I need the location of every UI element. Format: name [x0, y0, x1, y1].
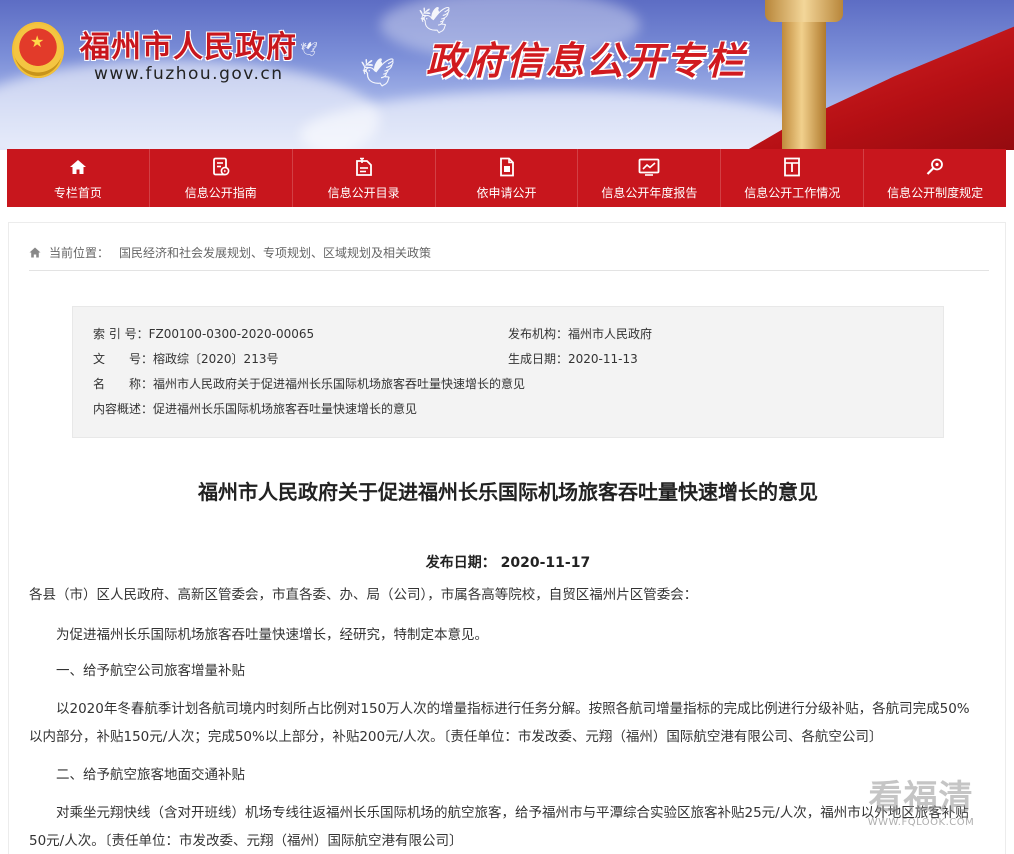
meta-created-row: 生成日期：2020-11-13 — [508, 350, 638, 367]
nav-item-guide[interactable]: 信息公开指南 — [150, 149, 293, 207]
section-heading-2: 二、给予航空旅客地面交通补贴 — [56, 767, 245, 783]
cloud-decoration — [300, 90, 820, 150]
breadcrumb: 当前位置： 国民经济和社会发展规划、专项规划、区域规划及相关政策 — [29, 235, 989, 271]
meta-summary-row: 内容概述：促进福州长乐国际机场旅客吞吐量快速增长的意见 — [93, 400, 417, 417]
site-title[interactable]: 福州市人民政府 — [80, 22, 297, 66]
nav-item-annual-report[interactable]: 信息公开年度报告 — [578, 149, 722, 207]
nav-item-label: 信息公开制度规定 — [887, 185, 984, 200]
huabiao-top-decoration — [765, 0, 843, 22]
meta-summary-value: 促进福州长乐国际机场旅客吞吐量快速增长的意见 — [153, 402, 418, 416]
catalog-icon — [354, 156, 374, 178]
meta-doc-no-row: 文 号：榕政综〔2020〕213号 — [93, 350, 278, 367]
meta-name-value: 福州市人民政府关于促进福州长乐国际机场旅客吞吐量快速增长的意见 — [153, 377, 526, 391]
huabiao-pillar-decoration — [782, 0, 826, 150]
meta-created-label: 生成日期： — [508, 352, 569, 366]
watermark-url: WWW.FQLOOK.COM — [867, 817, 975, 828]
breadcrumb-prefix: 当前位置： — [49, 246, 110, 260]
watermark-logo: 看福清 — [868, 778, 974, 818]
meta-publisher-row: 发布机构：福州市人民政府 — [508, 325, 652, 342]
paragraph-intro: 为促进福州长乐国际机场旅客吞吐量快速增长，经研究，特制定本意见。 — [56, 627, 488, 643]
guide-icon — [212, 156, 230, 178]
regulation-search-icon — [925, 156, 945, 178]
meta-summary-label: 内容概述： — [93, 402, 154, 416]
home-icon[interactable] — [29, 247, 41, 258]
nav-item-label: 信息公开指南 — [184, 185, 257, 200]
meta-doc-no-value: 榕政综〔2020〕213号 — [153, 352, 279, 366]
dove-icon: 🕊 — [300, 42, 318, 58]
report-icon — [638, 156, 660, 178]
meta-created-value: 2020-11-13 — [568, 352, 638, 366]
nav-item-label: 信息公开年度报告 — [601, 185, 698, 200]
nav-item-label: 信息公开目录 — [327, 185, 400, 200]
nav-item-label: 专栏首页 — [53, 185, 102, 200]
nav-item-regulations[interactable]: 信息公开制度规定 — [864, 149, 1006, 207]
work-status-icon — [783, 156, 801, 178]
meta-name-row: 名 称：福州市人民政府关于促进福州长乐国际机场旅客吞吐量快速增长的意见 — [93, 375, 525, 392]
paragraph-section-1: 以2020年冬春航季计划各航司境内时刻所占比例对150万人次的增量指标进行任务分… — [29, 701, 970, 745]
site-watermark: 看福清 WWW.FQLOOK.COM — [846, 770, 996, 840]
meta-index-value: FZ00100-0300-2020-00065 — [148, 327, 315, 341]
main-content: 当前位置： 国民经济和社会发展规划、专项规划、区域规划及相关政策 索 引 号：F… — [8, 222, 1006, 854]
nav-item-home[interactable]: 专栏首页 — [7, 149, 150, 207]
nav-item-label: 信息公开工作情况 — [744, 185, 841, 200]
meta-publisher-label: 发布机构： — [508, 327, 569, 341]
star-icon: ★ — [30, 32, 45, 51]
main-nav: 专栏首页 信息公开指南 信息公开目录 依申请公开 信息公开年度报告 信息公开工作… — [7, 149, 1006, 207]
breadcrumb-item-category[interactable]: 国民经济和社会发展规划、专项规划、区域规划及相关政策 — [119, 244, 431, 261]
meta-doc-no-label: 文 号： — [93, 352, 154, 366]
national-emblem-icon: ★ — [12, 22, 64, 78]
meta-publisher-value: 福州市人民政府 — [568, 327, 653, 341]
site-url[interactable]: www.fuzhou.gov.cn — [94, 64, 284, 84]
section-heading-1: 一、给予航空公司旅客增量补贴 — [56, 663, 245, 679]
home-icon — [69, 156, 87, 178]
document-title: 福州市人民政府关于促进福州长乐国际机场旅客吞吐量快速增长的意见 — [198, 480, 818, 504]
paragraph-salutation: 各县（市）区人民政府、高新区管委会，市直各委、办、局（公司），市属各高等院校，自… — [29, 587, 698, 603]
dove-icon: 🕊 — [360, 56, 396, 89]
nav-item-apply[interactable]: 依申请公开 — [436, 149, 579, 207]
document-icon — [498, 156, 516, 178]
nav-item-catalog[interactable]: 信息公开目录 — [293, 149, 436, 207]
meta-name-label: 名 称： — [93, 377, 154, 391]
nav-item-label: 依申请公开 — [476, 185, 537, 200]
meta-index-row: 索 引 号：FZ00100-0300-2020-00065 — [93, 325, 314, 342]
paragraph-section-2: 对乘坐元翔快线（含对开班线）机场专线往返福州长乐国际机场的航空旅客，给予福州市与… — [29, 805, 969, 849]
meta-index-label: 索 引 号： — [93, 327, 149, 341]
publish-date: 发布日期： 2020-11-17 — [425, 555, 591, 571]
banner-slogan: 政府信息公开专栏 — [426, 38, 747, 83]
nav-item-work-status[interactable]: 信息公开工作情况 — [721, 149, 865, 207]
header-banner: 🕊 🕊 🕊 ★ 福州市人民政府 www.fuzhou.gov.cn 政府信息公开… — [0, 0, 1014, 150]
document-metadata-box: 索 引 号：FZ00100-0300-2020-00065 文 号：榕政综〔20… — [72, 306, 944, 438]
